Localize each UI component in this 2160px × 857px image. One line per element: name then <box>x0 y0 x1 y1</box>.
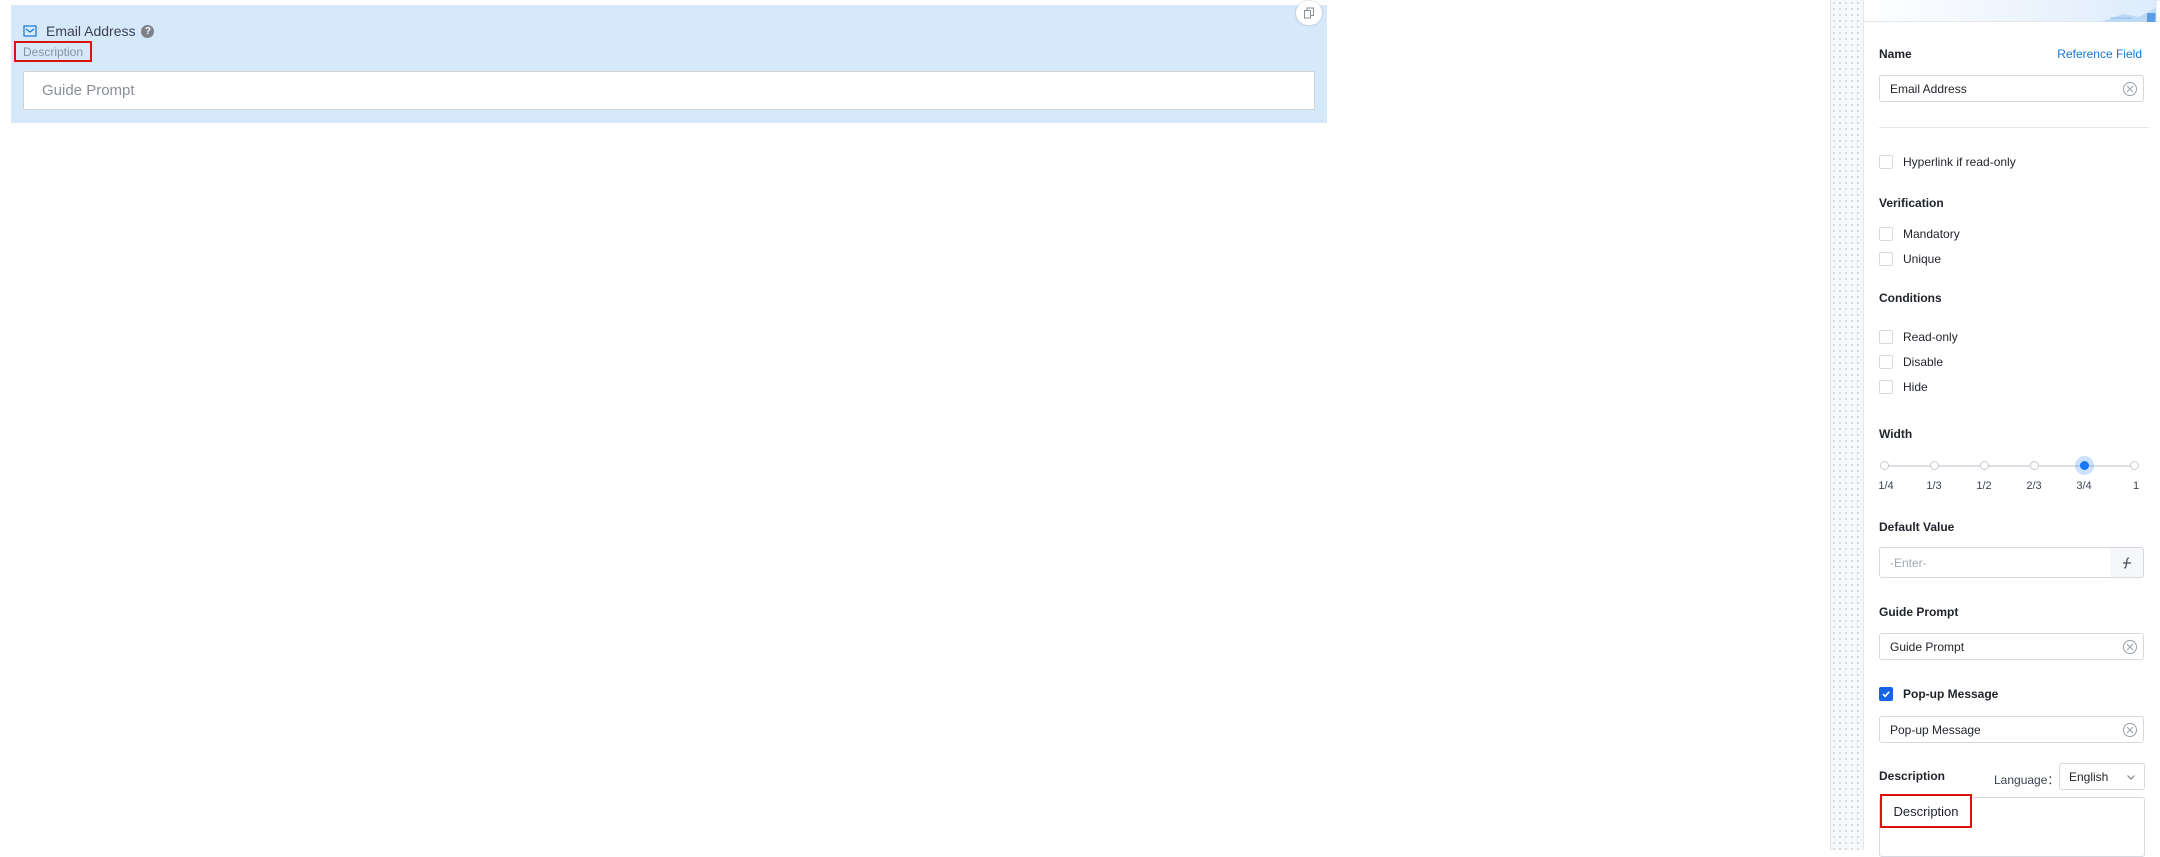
checkbox-checked[interactable] <box>1879 687 1893 701</box>
unique-label: Unique <box>1903 252 1942 266</box>
clear-icon[interactable] <box>2123 640 2137 654</box>
hide-checkbox[interactable]: Hide <box>1879 380 1928 394</box>
checkbox[interactable] <box>1879 380 1893 394</box>
banner-graphic <box>2101 0 2160 22</box>
checkbox[interactable] <box>1879 355 1893 369</box>
formula-icon <box>2122 556 2131 569</box>
width-slider-tick-label: 1/4 <box>1878 480 1894 492</box>
guide-prompt-input[interactable]: Guide Prompt <box>1879 633 2144 660</box>
checkbox[interactable] <box>1879 330 1893 344</box>
unique-checkbox[interactable]: Unique <box>1879 252 1941 266</box>
description-title: Description <box>1879 769 1946 783</box>
width-slider-thumb[interactable] <box>2079 461 2089 470</box>
name-input[interactable]: Email Address <box>1879 75 2144 102</box>
name-label: Name <box>1879 47 1912 61</box>
mail-icon <box>22 23 38 39</box>
mandatory-label: Mandatory <box>1903 227 1960 241</box>
popup-message-label: Pop-up Message <box>1903 687 1999 701</box>
help-icon[interactable]: ? <box>141 24 155 38</box>
copy-icon[interactable] <box>1296 1 1322 25</box>
clear-icon[interactable] <box>2123 723 2137 737</box>
field-description: Description <box>14 41 92 62</box>
name-input-value: Email Address <box>1890 81 1967 96</box>
field-input-preview[interactable]: Guide Prompt <box>23 71 1315 110</box>
checkbox[interactable] <box>1879 227 1893 241</box>
hide-label: Hide <box>1903 380 1928 394</box>
guide-prompt-title: Guide Prompt <box>1879 605 1959 619</box>
width-slider-stop[interactable] <box>2029 461 2039 470</box>
checkbox[interactable] <box>1879 155 1893 169</box>
width-slider-stop[interactable] <box>1929 461 1939 470</box>
width-title: Width <box>1879 427 1913 441</box>
guide-prompt-value: Guide Prompt <box>1890 639 1965 654</box>
properties-panel: Name Reference Field Email Address Hyper… <box>1863 0 2160 857</box>
panel-resize-strip[interactable] <box>1830 0 1863 850</box>
clear-icon[interactable] <box>2123 82 2137 96</box>
hyperlink-checkbox[interactable]: Hyperlink if read-only <box>1879 155 2016 169</box>
disable-checkbox[interactable]: Disable <box>1879 355 1943 369</box>
hyperlink-label: Hyperlink if read-only <box>1903 155 2016 169</box>
width-slider-track[interactable] <box>1884 465 2134 467</box>
field-label: Email Address <box>46 23 136 39</box>
description-value: Description <box>1880 794 1972 828</box>
read-only-checkbox[interactable]: Read-only <box>1879 330 1958 344</box>
formula-button[interactable] <box>2110 547 2144 578</box>
width-slider-tick-label: 1/2 <box>1976 480 1992 492</box>
form-field-card[interactable]: Email Address ? Description Guide Prompt <box>11 1 1327 123</box>
width-slider-stop[interactable] <box>1879 461 1889 470</box>
conditions-title: Conditions <box>1879 291 1942 305</box>
verification-title: Verification <box>1879 196 1944 210</box>
panel-header-banner <box>1864 0 2160 22</box>
width-slider-tick-label: 3/4 <box>2076 480 2092 492</box>
reference-field-link[interactable]: Reference Field <box>2057 47 2142 61</box>
language-label: Language： <box>1994 773 2060 787</box>
default-value-title: Default Value <box>1879 520 1955 534</box>
mandatory-checkbox[interactable]: Mandatory <box>1879 227 1960 241</box>
read-only-label: Read-only <box>1903 330 1958 344</box>
width-slider-stop[interactable] <box>1979 461 1989 470</box>
popup-message-checkbox[interactable]: Pop-up Message <box>1879 687 1998 701</box>
popup-message-input[interactable]: Pop-up Message <box>1879 716 2144 743</box>
popup-message-value: Pop-up Message <box>1890 722 1981 737</box>
width-slider-tick-label: 1/3 <box>1926 480 1942 492</box>
chevron-down-icon <box>2127 775 2135 780</box>
default-value-placeholder: -Enter- <box>1890 555 1927 570</box>
width-slider-tick-label: 1 <box>2132 480 2140 492</box>
checkbox[interactable] <box>1879 252 1893 266</box>
language-select[interactable]: English <box>2059 763 2145 790</box>
language-value: English <box>2069 769 2109 784</box>
width-slider-stop[interactable] <box>2129 461 2139 470</box>
default-value-input[interactable]: -Enter- <box>1879 547 2111 578</box>
section-divider <box>1879 127 2149 128</box>
width-slider-tick-label: 2/3 <box>2026 480 2042 492</box>
disable-label: Disable <box>1903 355 1944 369</box>
